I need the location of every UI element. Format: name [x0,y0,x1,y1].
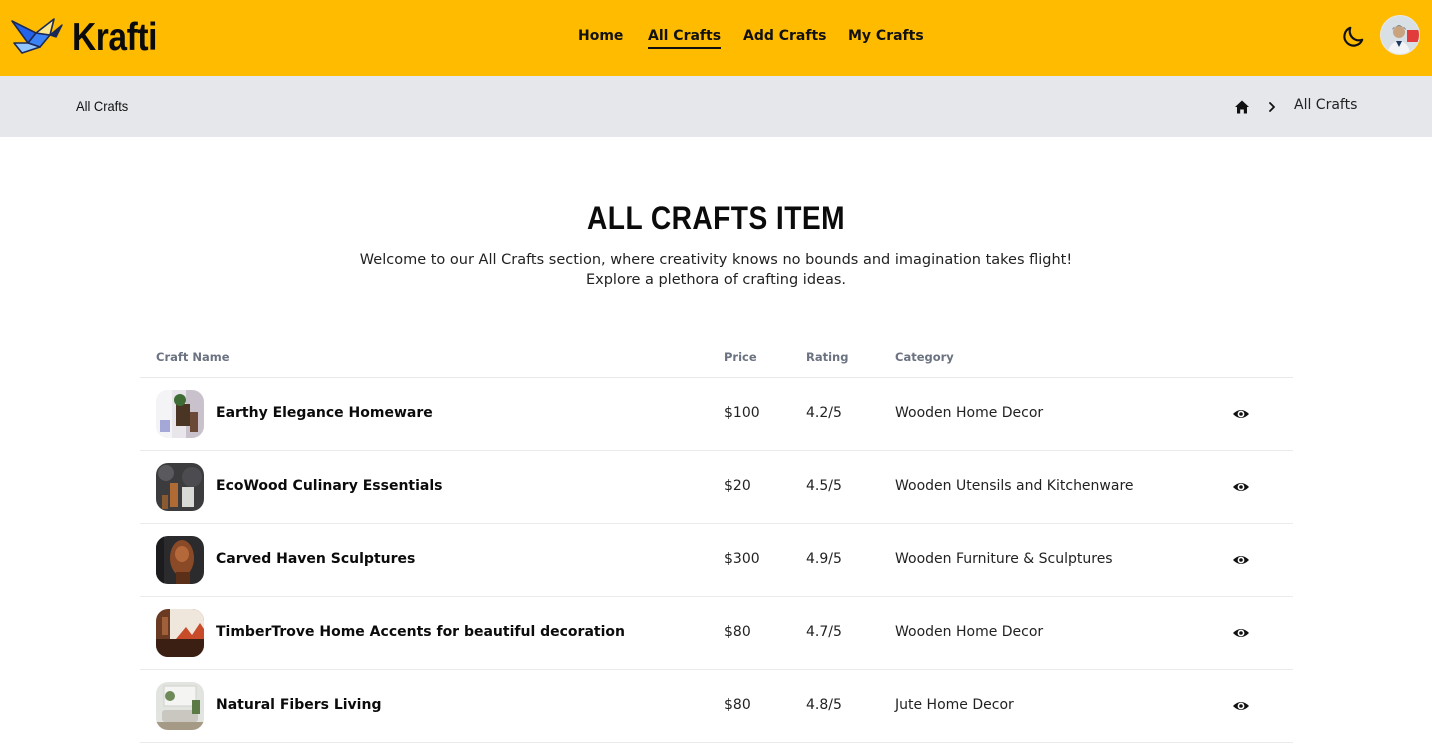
column-header-category: Category [895,350,954,364]
craft-category: Wooden Home Decor [895,405,1044,421]
user-avatar[interactable] [1380,15,1420,55]
column-header-craft-name: Craft Name [156,350,230,364]
craft-rating: 4.5/5 [806,478,842,494]
column-header-rating: Rating [806,350,849,364]
craft-category: Wooden Home Decor [895,624,1044,640]
craft-category: Jute Home Decor [895,697,1014,713]
craft-thumbnail [156,536,204,584]
table-header-row: Craft Name Price Rating Category [140,338,1293,378]
craft-rating: 4.7/5 [806,624,842,640]
craft-name: Earthy Elegance Homeware [216,405,433,421]
craft-rating: 4.8/5 [806,697,842,713]
eye-icon[interactable] [1232,625,1250,641]
table-row: Carved Haven Sculptures $300 4.9/5 Woode… [140,524,1293,597]
nav-home[interactable]: Home [578,27,623,45]
craft-price: $80 [724,697,751,713]
breadcrumb-bar: All Crafts All Crafts [0,76,1432,137]
craft-thumbnail [156,390,204,438]
table-row: Earthy Elegance Homeware $100 4.2/5 Wood… [140,378,1293,451]
page-title: ALL CRAFTS ITEM [587,200,845,236]
craft-name: Carved Haven Sculptures [216,551,416,567]
craft-thumbnail-image [156,609,204,657]
table-row: Natural Fibers Living $80 4.8/5 Jute Hom… [140,670,1293,743]
eye-icon[interactable] [1232,552,1250,568]
craft-thumbnail [156,682,204,730]
eye-icon[interactable] [1232,479,1250,495]
top-navbar: Krafti Home All Crafts Add Crafts My Cra… [0,0,1432,76]
column-header-price: Price [724,350,757,364]
nav-my-crafts[interactable]: My Crafts [848,27,924,45]
nav-add-crafts[interactable]: Add Crafts [743,27,827,45]
craft-thumbnail-image [156,682,204,730]
craft-price: $100 [724,405,760,421]
craft-thumbnail [156,609,204,657]
craft-thumbnail-image [156,536,204,584]
chevron-right-icon [1269,102,1275,112]
home-icon[interactable] [1234,99,1250,115]
craft-category: Wooden Utensils and Kitchenware [895,478,1134,494]
nav-all-crafts[interactable]: All Crafts [648,27,722,49]
craft-name: Natural Fibers Living [216,697,382,713]
breadcrumb-current: All Crafts [1294,97,1358,113]
craft-name: TimberTrove Home Accents for beautiful d… [216,624,625,640]
craft-price: $20 [724,478,751,494]
intro-line-2: Explore a plethora of crafting ideas. [585,272,847,288]
table-row: TimberTrove Home Accents for beautiful d… [140,597,1293,670]
intro-line-1: Welcome to our All Crafts section, where… [359,252,1073,268]
table-row: EcoWood Culinary Essentials $20 4.5/5 Wo… [140,451,1293,524]
craft-price: $80 [724,624,751,640]
eye-icon[interactable] [1232,698,1250,714]
breadcrumb-title: All Crafts [76,98,129,114]
craft-category: Wooden Furniture & Sculptures [895,551,1113,567]
craft-name: EcoWood Culinary Essentials [216,478,443,494]
craft-thumbnail [156,463,204,511]
craft-thumbnail-image [156,390,204,438]
moon-icon[interactable] [1340,24,1366,50]
craft-rating: 4.9/5 [806,551,842,567]
page-intro: Welcome to our All Crafts section, where… [316,250,1116,290]
craft-rating: 4.2/5 [806,405,842,421]
craft-price: $300 [724,551,760,567]
eye-icon[interactable] [1232,406,1250,422]
craft-thumbnail-image [156,463,204,511]
avatar-image [1381,16,1419,54]
main-nav: Home All Crafts Add Crafts My Crafts [0,0,1432,76]
